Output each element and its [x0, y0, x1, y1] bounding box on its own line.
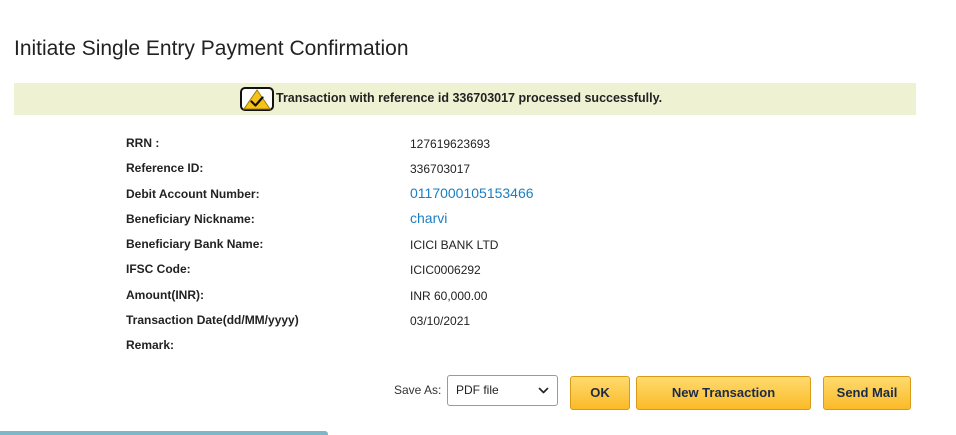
detail-label: RRN :: [126, 136, 160, 150]
detail-row-beneficiary-nickname: Beneficiary Nickname: charvi: [126, 206, 726, 231]
detail-label: Beneficiary Bank Name:: [126, 237, 264, 252]
ok-button[interactable]: OK: [570, 376, 630, 410]
detail-row-remark: Remark:: [126, 332, 726, 357]
detail-value: ICICI BANK LTD: [410, 238, 499, 253]
page-title: Initiate Single Entry Payment Confirmati…: [14, 37, 409, 60]
success-check-icon: [240, 87, 274, 111]
detail-value: 336703017: [410, 162, 471, 177]
detail-row-debit-account: Debit Account Number: 0117000105153466: [126, 181, 726, 206]
detail-label: Transaction Date(dd/MM/yyyy): [126, 313, 299, 328]
detail-row-reference-id: Reference ID: 336703017: [126, 155, 726, 180]
horizontal-scrollbar[interactable]: [0, 431, 328, 435]
send-mail-button[interactable]: Send Mail: [823, 376, 911, 410]
detail-label: Debit Account Number:: [126, 186, 260, 201]
save-as-select[interactable]: PDF file: [447, 375, 558, 406]
new-transaction-button[interactable]: New Transaction: [636, 376, 811, 410]
beneficiary-nickname-link[interactable]: charvi: [410, 210, 447, 226]
transaction-details: RRN : 127619623693 Reference ID: 3367030…: [126, 130, 726, 358]
save-as-label: Save As:: [394, 383, 442, 397]
detail-label: Reference ID:: [126, 161, 204, 176]
detail-label: Amount(INR):: [126, 287, 204, 302]
detail-row-ifsc-code: IFSC Code: ICIC0006292: [126, 256, 726, 281]
detail-row-rrn: RRN : 127619623693: [126, 130, 726, 155]
save-as-selected-value: PDF file: [456, 383, 499, 397]
detail-label: Remark:: [126, 338, 175, 353]
payment-confirmation-page: Initiate Single Entry Payment Confirmati…: [0, 0, 956, 435]
detail-value: 03/10/2021: [410, 314, 471, 329]
success-banner: Transaction with reference id 336703017 …: [14, 83, 916, 115]
detail-value: 127619623693: [410, 137, 491, 151]
detail-row-transaction-date: Transaction Date(dd/MM/yyyy) 03/10/2021: [126, 307, 726, 332]
debit-account-link[interactable]: 0117000105153466: [410, 185, 534, 201]
detail-value: INR 60,000.00: [410, 288, 488, 303]
chevron-down-icon: [538, 387, 549, 394]
detail-label: IFSC Code:: [126, 262, 191, 277]
detail-label: Beneficiary Nickname:: [126, 211, 255, 226]
success-message: Transaction with reference id 336703017 …: [276, 91, 663, 105]
detail-row-amount: Amount(INR): INR 60,000.00: [126, 282, 726, 307]
detail-value: ICIC0006292: [410, 263, 481, 278]
detail-row-beneficiary-bank: Beneficiary Bank Name: ICICI BANK LTD: [126, 231, 726, 256]
